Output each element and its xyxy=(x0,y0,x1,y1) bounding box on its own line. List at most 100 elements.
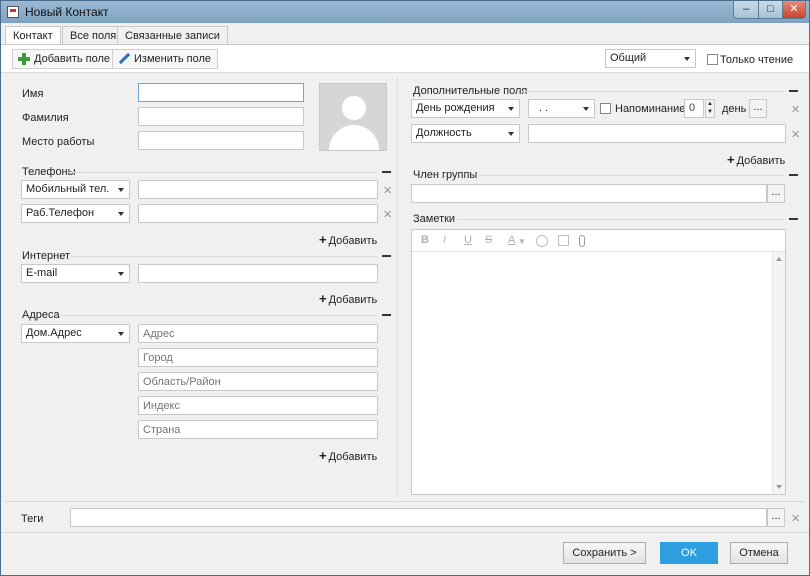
birthday-type-value: День рождения xyxy=(416,102,495,114)
readonly-checkbox[interactable] xyxy=(707,54,718,65)
remove-position-icon[interactable]: ✕ xyxy=(791,128,800,141)
notes-toolbar: B I U S A ▼ xyxy=(412,230,785,252)
plus-icon xyxy=(18,53,30,65)
internet-type-value: E-mail xyxy=(26,267,58,279)
notes-title: Заметки xyxy=(413,213,456,225)
add-field-button[interactable]: Добавить поле xyxy=(12,49,118,69)
email-input[interactable] xyxy=(138,264,378,283)
bold-button[interactable]: B xyxy=(421,234,429,246)
postal-code-input[interactable] xyxy=(138,396,378,415)
remove-work-phone-icon[interactable]: ✕ xyxy=(383,208,392,221)
add-field-label: Добавить поле xyxy=(34,53,111,65)
address-type-value: Дом.Адрес xyxy=(26,327,82,339)
group-more-button[interactable]: ... xyxy=(767,184,785,203)
edit-field-button[interactable]: Изменить поле xyxy=(112,49,219,69)
notes-editor[interactable]: B I U S A ▼ xyxy=(411,229,786,495)
position-type-select[interactable]: Должность xyxy=(411,124,520,143)
street-input[interactable] xyxy=(138,324,378,343)
add-address-link[interactable]: + Добавить xyxy=(319,448,377,463)
address-type-select[interactable]: Дом.Адрес xyxy=(21,324,130,343)
group-input[interactable] xyxy=(411,184,767,203)
tab-contact[interactable]: Контакт xyxy=(5,26,61,46)
tab-related-records[interactable]: Связанные записи xyxy=(117,26,228,45)
column-divider xyxy=(397,77,398,497)
position-input[interactable] xyxy=(528,124,786,143)
city-input[interactable] xyxy=(138,348,378,367)
avatar-body xyxy=(329,125,379,150)
window-title: Новый Контакт xyxy=(25,5,109,19)
remove-birthday-icon[interactable]: ✕ xyxy=(791,103,800,116)
addresses-divider xyxy=(61,315,377,316)
tags-label: Теги xyxy=(21,513,44,525)
birthday-date-picker[interactable]: . . xyxy=(528,99,595,118)
link-icon[interactable] xyxy=(536,235,548,247)
chevron-down-icon[interactable]: ▼ xyxy=(518,237,526,246)
reminder-spinner[interactable]: ▲ ▼ xyxy=(705,99,715,118)
chevron-down-icon xyxy=(118,272,124,276)
notes-collapse-icon[interactable] xyxy=(789,218,798,220)
reminder-checkbox[interactable] xyxy=(600,103,611,114)
work-phone-input[interactable] xyxy=(138,204,378,223)
pencil-icon xyxy=(118,53,130,65)
underline-button[interactable]: U xyxy=(464,234,472,246)
notes-scrollbar[interactable] xyxy=(772,252,785,494)
font-color-button[interactable]: A xyxy=(508,234,515,246)
ok-button[interactable]: OK xyxy=(660,542,718,564)
birthday-type-select[interactable]: День рождения xyxy=(411,99,520,118)
save-next-button[interactable]: Сохранить > xyxy=(563,542,646,564)
last-name-label: Фамилия xyxy=(22,112,69,124)
country-input[interactable] xyxy=(138,420,378,439)
tags-more-button[interactable]: ... xyxy=(767,508,785,527)
clear-tags-icon[interactable]: ✕ xyxy=(791,512,800,525)
scroll-down-icon[interactable] xyxy=(776,485,782,489)
internet-type-select[interactable]: E-mail xyxy=(21,264,130,283)
add-phone-link[interactable]: + Добавить xyxy=(319,232,377,247)
add-phone-label: Добавить xyxy=(328,235,378,247)
group-divider xyxy=(479,175,784,176)
last-name-input[interactable] xyxy=(138,107,304,126)
phone-type-select-work[interactable]: Раб.Телефон xyxy=(21,204,130,223)
addresses-collapse-icon[interactable] xyxy=(382,314,391,316)
birthday-more-button[interactable]: ... xyxy=(749,99,767,118)
close-button[interactable]: ✕ xyxy=(782,1,806,19)
group-title: Член группы xyxy=(413,169,478,181)
reminder-label: Напоминание xyxy=(615,103,686,115)
tab-all-fields[interactable]: Все поля xyxy=(62,26,125,45)
internet-divider xyxy=(71,256,377,257)
group-collapse-icon[interactable] xyxy=(789,174,798,176)
maximize-button[interactable]: □ xyxy=(758,1,783,19)
contact-window: Новый Контакт – □ ✕ Контакт Все поля Свя… xyxy=(0,0,810,576)
image-icon[interactable] xyxy=(558,235,569,246)
extra-fields-collapse-icon[interactable] xyxy=(789,90,798,92)
minimize-button[interactable]: – xyxy=(733,1,759,19)
region-input[interactable] xyxy=(138,372,378,391)
plus-icon: + xyxy=(319,232,327,247)
extra-fields-title: Дополнительные поля xyxy=(413,85,528,97)
mobile-phone-input[interactable] xyxy=(138,180,378,199)
workplace-input[interactable] xyxy=(138,131,304,150)
add-extra-field-link[interactable]: + Добавить xyxy=(727,152,785,167)
reminder-days-input[interactable]: 0 xyxy=(684,99,704,118)
cancel-button[interactable]: Отмена xyxy=(730,542,788,564)
chevron-down-icon xyxy=(508,132,514,136)
phone-type-value: Мобильный тел. xyxy=(26,183,110,195)
contact-photo[interactable] xyxy=(319,83,387,151)
remove-mobile-phone-icon[interactable]: ✕ xyxy=(383,184,392,197)
category-select[interactable]: Общий xyxy=(605,49,696,68)
scroll-up-icon[interactable] xyxy=(776,257,782,261)
title-bar[interactable]: Новый Контакт – □ ✕ xyxy=(1,1,809,23)
phones-collapse-icon[interactable] xyxy=(382,171,391,173)
chevron-down-icon xyxy=(684,57,690,61)
italic-button[interactable]: I xyxy=(443,234,446,246)
notes-divider xyxy=(457,219,784,220)
strikethrough-button[interactable]: S xyxy=(485,234,492,246)
category-select-value: Общий xyxy=(610,52,647,64)
edit-field-label: Изменить поле xyxy=(134,53,212,65)
add-internet-link[interactable]: + Добавить xyxy=(319,291,377,306)
attachment-icon[interactable] xyxy=(579,235,585,247)
internet-collapse-icon[interactable] xyxy=(382,255,391,257)
tags-input[interactable] xyxy=(70,508,767,527)
first-name-input[interactable] xyxy=(138,83,304,102)
phone-type-select-mobile[interactable]: Мобильный тел. xyxy=(21,180,130,199)
toolbar: Добавить поле Изменить поле Общий Только… xyxy=(1,45,809,73)
